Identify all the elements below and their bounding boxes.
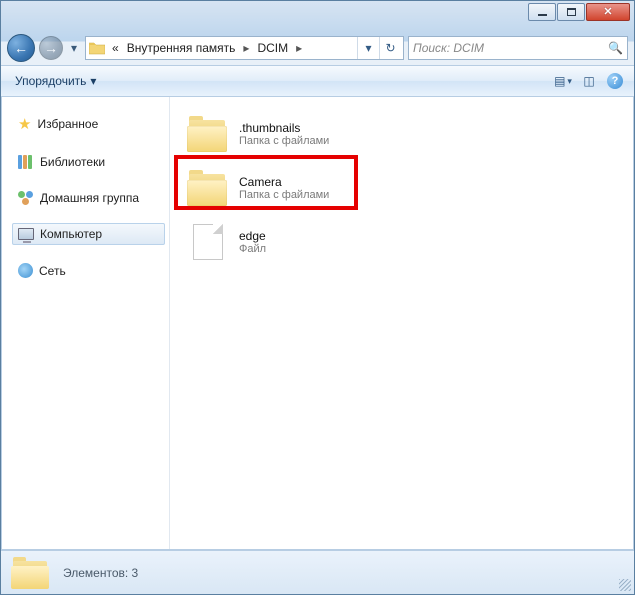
organize-label: Упорядочить [15, 74, 86, 88]
item-name: Camera [239, 175, 329, 189]
item-name: .thumbnails [239, 121, 329, 135]
command-bar: Упорядочить ▾ ▤▾ ◫ ? [1, 65, 634, 97]
chevron-down-icon: ▾ [71, 41, 77, 55]
nav-computer[interactable]: Компьютер [12, 223, 165, 245]
breadcrumb-segment[interactable]: Внутренняя память [125, 41, 238, 55]
homegroup-icon [18, 191, 34, 205]
organize-button[interactable]: Упорядочить ▾ [7, 70, 104, 92]
list-item[interactable]: .thumbnails Папка с файлами [178, 109, 343, 159]
help-icon: ? [607, 73, 623, 89]
address-bar[interactable]: « Внутренняя память ▸ DCIM ▸ ▾ ↻ [85, 36, 404, 60]
navigation-pane: ★ Избранное Библиотеки Домашняя группа К… [2, 97, 170, 549]
item-type: Папка с файлами [239, 135, 329, 147]
help-button[interactable]: ? [602, 70, 628, 92]
titlebar: ✕ [1, 1, 634, 31]
list-item[interactable]: Camera Папка с файлами [178, 163, 343, 213]
item-name: edge [239, 229, 266, 243]
refresh-button[interactable]: ↻ [379, 37, 401, 59]
breadcrumb-prefix: « [110, 41, 121, 55]
libraries-icon [18, 155, 34, 169]
nav-homegroup[interactable]: Домашняя группа [12, 187, 165, 209]
back-button[interactable]: ← [7, 34, 35, 62]
resize-grip[interactable] [619, 579, 631, 591]
nav-label: Компьютер [40, 227, 102, 241]
explorer-window: ✕ ← → ▾ « Внутренняя память ▸ DCIM ▸ ▾ ↻… [0, 0, 635, 595]
preview-pane-button[interactable]: ◫ [576, 70, 602, 92]
view-options-button[interactable]: ▤▾ [550, 70, 576, 92]
arrow-left-icon: ← [14, 40, 28, 56]
item-type: Папка с файлами [239, 189, 329, 201]
list-item[interactable]: edge Файл [178, 217, 343, 267]
status-bar: Элементов: 3 [1, 550, 634, 594]
chevron-down-icon: ▾ [567, 76, 572, 87]
file-list[interactable]: .thumbnails Папка с файлами Camera Папка… [170, 97, 633, 549]
view-icon: ▤ [554, 74, 565, 88]
history-dropdown[interactable]: ▾ [67, 34, 81, 62]
chevron-right-icon[interactable]: ▸ [294, 41, 304, 55]
address-dropdown-button[interactable]: ▾ [357, 37, 379, 59]
item-type: Файл [239, 243, 266, 255]
nav-favorites[interactable]: ★ Избранное [12, 111, 165, 137]
minimize-button[interactable] [528, 3, 556, 21]
folder-icon [187, 170, 229, 206]
search-icon: 🔍 [608, 41, 623, 55]
chevron-right-icon[interactable]: ▸ [241, 41, 251, 55]
network-icon [18, 263, 33, 278]
nav-label: Сеть [39, 264, 66, 278]
nav-label: Избранное [37, 117, 98, 131]
file-icon [193, 224, 223, 260]
close-icon: ✕ [603, 7, 612, 18]
computer-icon [18, 228, 34, 240]
body-area: ★ Избранное Библиотеки Домашняя группа К… [1, 97, 634, 550]
nav-label: Библиотеки [40, 155, 105, 169]
arrow-right-icon: → [44, 40, 58, 56]
preview-pane-icon: ◫ [583, 74, 594, 88]
folder-icon [11, 557, 51, 589]
search-input[interactable]: Поиск: DCIM 🔍 [408, 36, 628, 60]
folder-icon [187, 116, 229, 152]
folder-icon [88, 39, 106, 57]
nav-label: Домашняя группа [40, 191, 139, 205]
nav-libraries[interactable]: Библиотеки [12, 151, 165, 173]
status-text: Элементов: 3 [63, 566, 138, 580]
close-button[interactable]: ✕ [586, 3, 630, 21]
refresh-icon: ↻ [385, 41, 395, 55]
nav-network[interactable]: Сеть [12, 259, 165, 282]
forward-button[interactable]: → [39, 36, 63, 60]
chevron-down-icon: ▾ [90, 74, 96, 88]
star-icon: ★ [18, 115, 31, 133]
maximize-button[interactable] [557, 3, 585, 21]
navigation-bar: ← → ▾ « Внутренняя память ▸ DCIM ▸ ▾ ↻ П… [1, 31, 634, 65]
search-placeholder: Поиск: DCIM [413, 41, 484, 55]
chevron-down-icon: ▾ [365, 41, 371, 55]
breadcrumb-segment[interactable]: DCIM [255, 41, 290, 55]
